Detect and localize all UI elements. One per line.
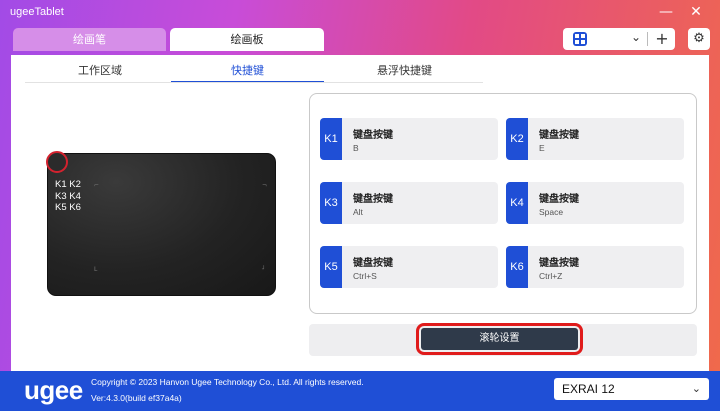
divider <box>647 32 648 46</box>
app-title: ugeeTablet <box>10 6 64 18</box>
plus-icon[interactable]: + <box>653 28 671 50</box>
key-badge: K6 <box>506 246 528 288</box>
key-value: Ctrl+Z <box>539 271 563 281</box>
key-badge: K3 <box>320 182 342 224</box>
minimize-icon[interactable]: — <box>656 2 676 22</box>
key-value: Space <box>539 207 564 217</box>
tab-floating-keys[interactable]: 悬浮快捷键 <box>326 61 483 83</box>
shortcut-keys-panel: K1 键盘按键 B K2 键盘按键 E K3 键盘按键 Alt K4 键盘按键 … <box>309 93 697 314</box>
key-badge: K4 <box>506 182 528 224</box>
key-value: B <box>353 143 359 153</box>
tab-underline <box>25 82 483 83</box>
key-value: Alt <box>353 207 363 217</box>
close-icon[interactable]: ✕ <box>686 2 706 22</box>
key-card-k4[interactable]: K4 键盘按键 Space <box>506 182 684 224</box>
key-type: 键盘按键 <box>539 194 579 205</box>
key-badge: K2 <box>506 118 528 160</box>
key-type: 键盘按键 <box>353 194 393 205</box>
key-type: 键盘按键 <box>539 130 579 141</box>
key-card-k6[interactable]: K6 键盘按键 Ctrl+Z <box>506 246 684 288</box>
key-card-k2[interactable]: K2 键盘按键 E <box>506 118 684 160</box>
chevron-down-icon[interactable]: ⌄ <box>631 30 641 44</box>
tab-work-area[interactable]: 工作区域 <box>25 61 175 83</box>
tablet-key-labels: K1 K2 K3 K4 K5 K6 <box>55 179 81 214</box>
key-badge: K5 <box>320 246 342 288</box>
corner-mark: ⌐ <box>94 182 100 189</box>
tab-pen[interactable]: 绘画笔 <box>13 28 166 51</box>
tab-shortcut-keys[interactable]: 快捷键 <box>171 61 324 83</box>
key-badge: K1 <box>320 118 342 160</box>
version-text: Ver:4.3.0(build ef37a4a) <box>91 393 182 403</box>
corner-mark: ┘ <box>262 266 266 273</box>
brand-logo: ugee <box>24 375 83 405</box>
key-card-k3[interactable]: K3 键盘按键 Alt <box>320 182 498 224</box>
key-value: E <box>539 143 545 153</box>
gear-icon[interactable]: ⚙ <box>688 28 710 50</box>
main-panel: 工作区域 快捷键 悬浮快捷键 ⌐ ¬ L ┘ K1 K2 K3 K4 K5 K6… <box>11 55 709 371</box>
tab-tablet[interactable]: 绘画板 <box>170 28 324 51</box>
title-bar: ugeeTablet — ✕ <box>0 0 720 26</box>
grid-icon <box>573 32 587 46</box>
copyright-text: Copyright © 2023 Hanvon Ugee Technology … <box>91 377 364 387</box>
key-type: 键盘按键 <box>539 258 579 269</box>
scroll-wheel[interactable] <box>46 151 68 173</box>
scroll-settings-button[interactable]: 滚轮设置 <box>416 323 583 355</box>
model-value: EXRAI 12 <box>562 382 615 396</box>
key-row: K1 K2 <box>55 179 81 190</box>
key-type: 键盘按键 <box>353 258 393 269</box>
key-value: Ctrl+S <box>353 271 377 281</box>
corner-mark: ¬ <box>262 182 268 189</box>
key-row: K3 K4 <box>55 190 81 202</box>
tablet-image: ⌐ ¬ L ┘ <box>47 153 276 296</box>
key-type: 键盘按键 <box>353 130 393 141</box>
key-card-k1[interactable]: K1 键盘按键 B <box>320 118 498 160</box>
chevron-down-icon: ⌄ <box>691 383 701 395</box>
key-row: K5 K6 <box>55 202 81 213</box>
key-card-k5[interactable]: K5 键盘按键 Ctrl+S <box>320 246 498 288</box>
device-selector[interactable]: ⌄ + <box>563 28 675 50</box>
model-select[interactable]: EXRAI 12 ⌄ <box>554 378 709 400</box>
corner-mark: L <box>94 266 98 273</box>
footer: ugee Copyright © 2023 Hanvon Ugee Techno… <box>0 371 720 411</box>
